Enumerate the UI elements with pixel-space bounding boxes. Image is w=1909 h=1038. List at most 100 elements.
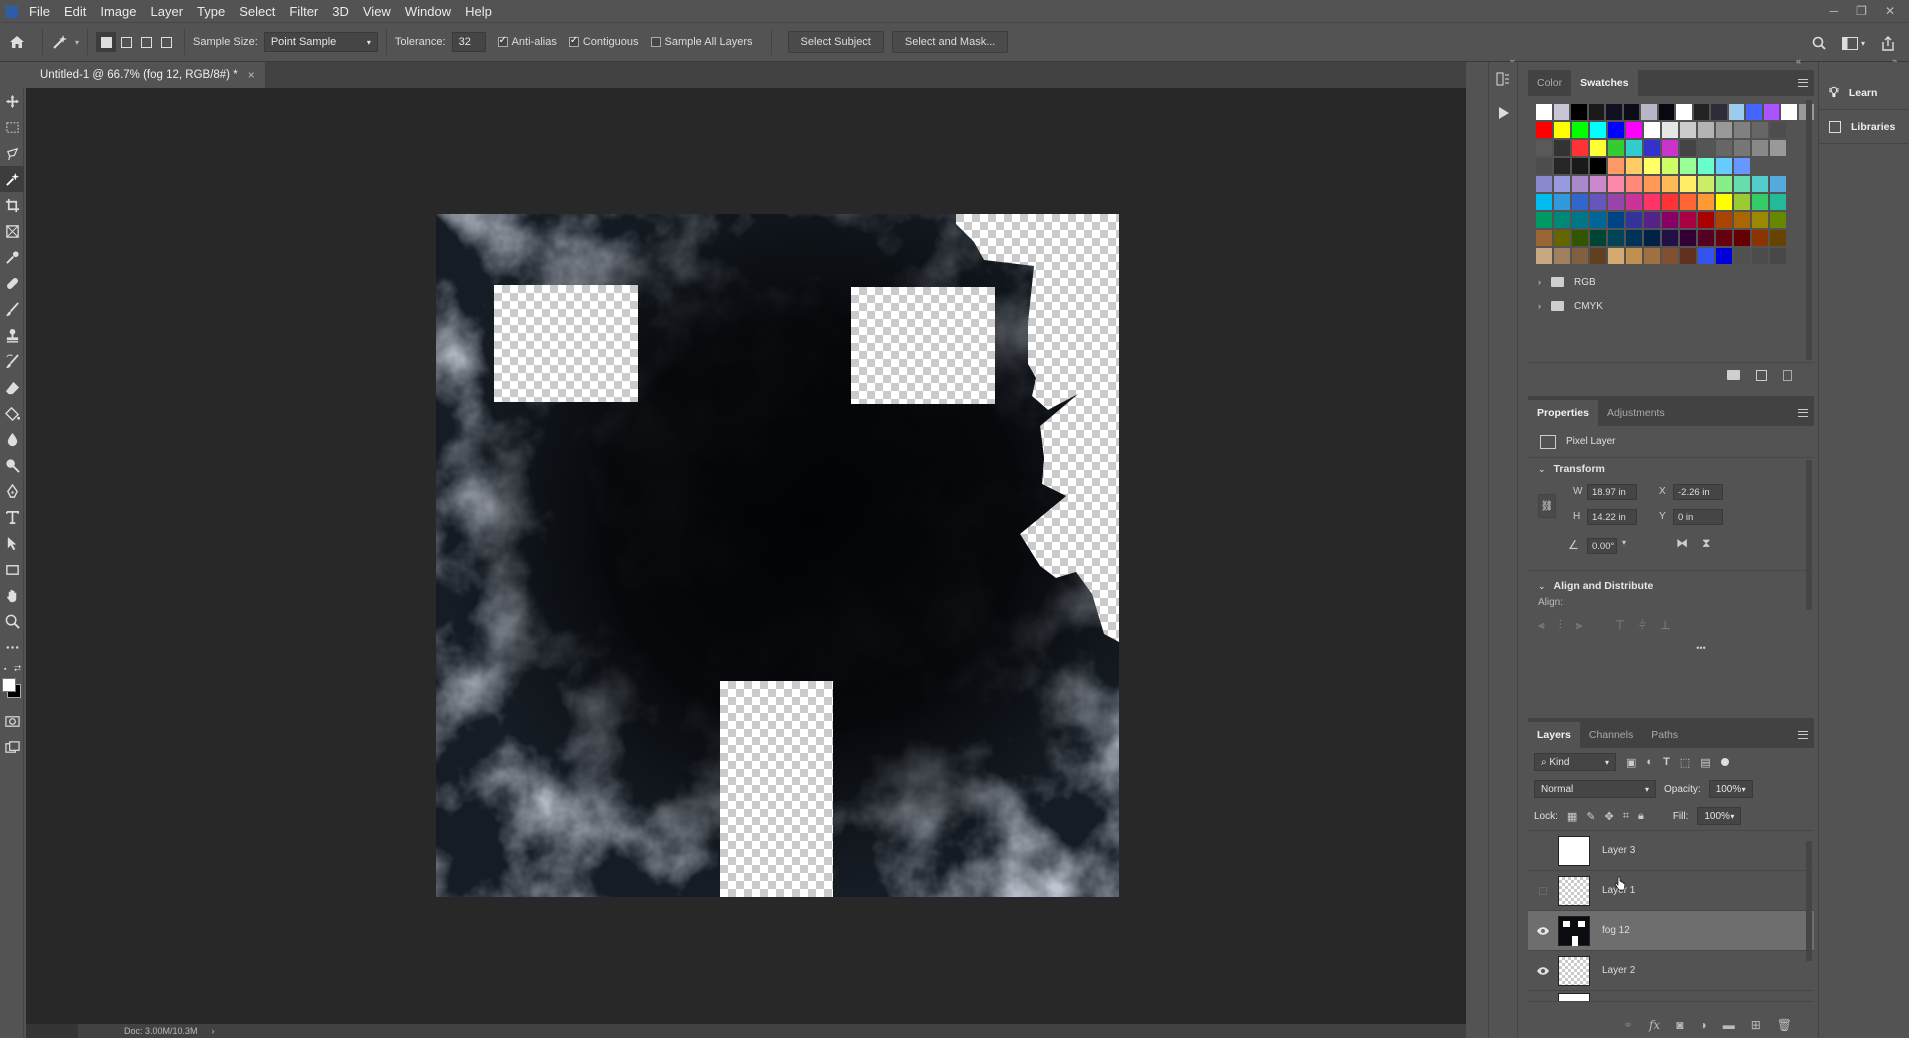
menu-help[interactable]: Help bbox=[458, 4, 499, 19]
flip-horizontal-icon[interactable]: ⧓ bbox=[1676, 536, 1688, 550]
healing-brush-tool-icon[interactable] bbox=[0, 270, 24, 296]
share-icon[interactable] bbox=[1881, 35, 1895, 51]
color-swatch[interactable] bbox=[1662, 212, 1678, 228]
clone-stamp-tool-icon[interactable] bbox=[0, 322, 24, 348]
brush-tool-icon[interactable] bbox=[0, 296, 24, 322]
color-swatch[interactable] bbox=[1608, 194, 1624, 210]
color-swatch[interactable] bbox=[1698, 194, 1714, 210]
canvas-area[interactable] bbox=[26, 88, 1466, 1024]
color-swatch[interactable] bbox=[1752, 194, 1768, 210]
flip-vertical-icon[interactable]: ⧗ bbox=[1702, 536, 1710, 551]
menu-select[interactable]: Select bbox=[232, 4, 282, 19]
color-swatch[interactable] bbox=[1644, 122, 1660, 138]
menu-3d[interactable]: 3D bbox=[325, 4, 356, 19]
color-swatch[interactable] bbox=[1626, 230, 1642, 246]
color-swatch[interactable] bbox=[1662, 122, 1678, 138]
color-swatch[interactable] bbox=[1716, 230, 1732, 246]
align-left-icon[interactable]: ⫷ bbox=[1538, 618, 1545, 633]
document-tab[interactable]: Untitled-1 @ 66.7% (fog 12, RGB/8#) * × bbox=[26, 62, 265, 88]
color-swatch[interactable] bbox=[1572, 230, 1588, 246]
align-section-header[interactable]: ⌄ Align and Distribute bbox=[1528, 575, 1814, 597]
color-swatch[interactable] bbox=[1572, 212, 1588, 228]
lock-all-icon[interactable]: 🔒︎ bbox=[1638, 810, 1644, 823]
align-center-v-icon[interactable]: ⫩ bbox=[1639, 618, 1646, 633]
crop-tool-icon[interactable] bbox=[0, 192, 24, 218]
color-swatch[interactable] bbox=[1572, 122, 1588, 138]
width-input[interactable]: 18.97 in bbox=[1587, 484, 1637, 500]
panel-menu-icon[interactable] bbox=[1798, 79, 1808, 87]
fx-icon[interactable]: fx bbox=[1649, 1018, 1660, 1032]
color-swatch[interactable] bbox=[1746, 104, 1762, 120]
panel-menu-icon[interactable] bbox=[1798, 731, 1808, 739]
color-swatch[interactable] bbox=[1554, 122, 1570, 138]
color-swatch[interactable] bbox=[1734, 176, 1750, 192]
color-swatch[interactable] bbox=[1553, 104, 1569, 120]
dodge-tool-icon[interactable] bbox=[0, 452, 24, 478]
color-swatch[interactable] bbox=[1554, 212, 1570, 228]
color-swatch[interactable] bbox=[1644, 230, 1660, 246]
menu-window[interactable]: Window bbox=[398, 4, 458, 19]
color-swatch[interactable] bbox=[1698, 212, 1714, 228]
y-input[interactable]: 0 in bbox=[1673, 509, 1723, 525]
color-swatch[interactable] bbox=[1626, 194, 1642, 210]
color-swatch[interactable] bbox=[1536, 104, 1552, 120]
layer-row[interactable]: Layer 1 bbox=[1528, 871, 1814, 911]
color-swatch[interactable] bbox=[1572, 194, 1588, 210]
history-icon[interactable] bbox=[1489, 62, 1517, 96]
color-swatch[interactable] bbox=[1590, 248, 1606, 264]
color-swatch[interactable] bbox=[1680, 140, 1696, 156]
zoom-tool-icon[interactable] bbox=[0, 608, 24, 634]
color-swatch[interactable] bbox=[1536, 248, 1552, 264]
menu-type[interactable]: Type bbox=[190, 4, 232, 19]
color-swatch[interactable] bbox=[1608, 140, 1624, 156]
layer-filter-select[interactable]: ⌕ Kind ▾ bbox=[1534, 753, 1616, 771]
swatch-group-rgb[interactable]: › RGB bbox=[1538, 270, 1814, 294]
tab-swatches[interactable]: Swatches bbox=[1571, 70, 1638, 96]
swatch-grid[interactable] bbox=[1528, 104, 1814, 264]
link-dimensions-icon[interactable]: ⛓ bbox=[1538, 494, 1556, 518]
color-swatch[interactable] bbox=[1644, 194, 1660, 210]
tab-color[interactable]: Color bbox=[1528, 70, 1571, 96]
align-center-h-icon[interactable]: ⫶ bbox=[1559, 618, 1562, 633]
magic-wand-tool-icon[interactable] bbox=[0, 166, 24, 192]
color-swatch[interactable] bbox=[1554, 194, 1570, 210]
marquee-tool-icon[interactable] bbox=[0, 114, 24, 140]
color-swatch[interactable] bbox=[1626, 122, 1642, 138]
new-group-icon[interactable]: ▬ bbox=[1723, 1018, 1735, 1032]
angle-input[interactable]: 0.00° bbox=[1587, 538, 1617, 554]
color-swatch[interactable] bbox=[1641, 104, 1657, 120]
menu-edit[interactable]: Edit bbox=[57, 4, 93, 19]
color-swatch[interactable] bbox=[1644, 158, 1660, 174]
color-swatch[interactable] bbox=[1698, 248, 1714, 264]
new-swatch-icon[interactable] bbox=[1756, 370, 1767, 381]
color-swatch[interactable] bbox=[1680, 176, 1696, 192]
eraser-tool-icon[interactable] bbox=[0, 374, 24, 400]
collapse-panels-icon[interactable]: « bbox=[1796, 56, 1801, 66]
color-swatch[interactable] bbox=[1716, 140, 1732, 156]
align-top-icon[interactable]: ⊤ bbox=[1615, 618, 1625, 633]
filter-type-icon[interactable]: T bbox=[1663, 756, 1670, 768]
color-swatch[interactable] bbox=[1536, 212, 1552, 228]
color-swatch[interactable] bbox=[1781, 104, 1797, 120]
color-swatch[interactable] bbox=[1752, 248, 1768, 264]
delete-layer-icon[interactable]: 🗑︎ bbox=[1777, 1018, 1792, 1032]
eye-icon[interactable] bbox=[1528, 966, 1558, 976]
color-swatch[interactable] bbox=[1590, 194, 1606, 210]
color-swatch[interactable] bbox=[1734, 194, 1750, 210]
color-swatch[interactable] bbox=[1644, 176, 1660, 192]
eye-icon[interactable] bbox=[1528, 926, 1558, 936]
swap-colors-icon[interactable]: ⮂ bbox=[14, 663, 21, 674]
pen-tool-icon[interactable] bbox=[0, 478, 24, 504]
color-swatch[interactable] bbox=[1680, 122, 1696, 138]
document-canvas[interactable] bbox=[436, 214, 1119, 897]
color-swatch[interactable] bbox=[1680, 194, 1696, 210]
adjustment-layer-icon[interactable]: ◑ bbox=[1699, 1018, 1706, 1032]
color-swatch[interactable] bbox=[1644, 248, 1660, 264]
color-swatch[interactable] bbox=[1626, 176, 1642, 192]
color-swatch[interactable] bbox=[1711, 104, 1727, 120]
color-swatch[interactable] bbox=[1770, 176, 1786, 192]
x-input[interactable]: -2.26 in bbox=[1673, 484, 1723, 500]
color-swatch[interactable] bbox=[1752, 122, 1768, 138]
color-swatch[interactable] bbox=[1716, 248, 1732, 264]
color-swatch[interactable] bbox=[1770, 194, 1786, 210]
